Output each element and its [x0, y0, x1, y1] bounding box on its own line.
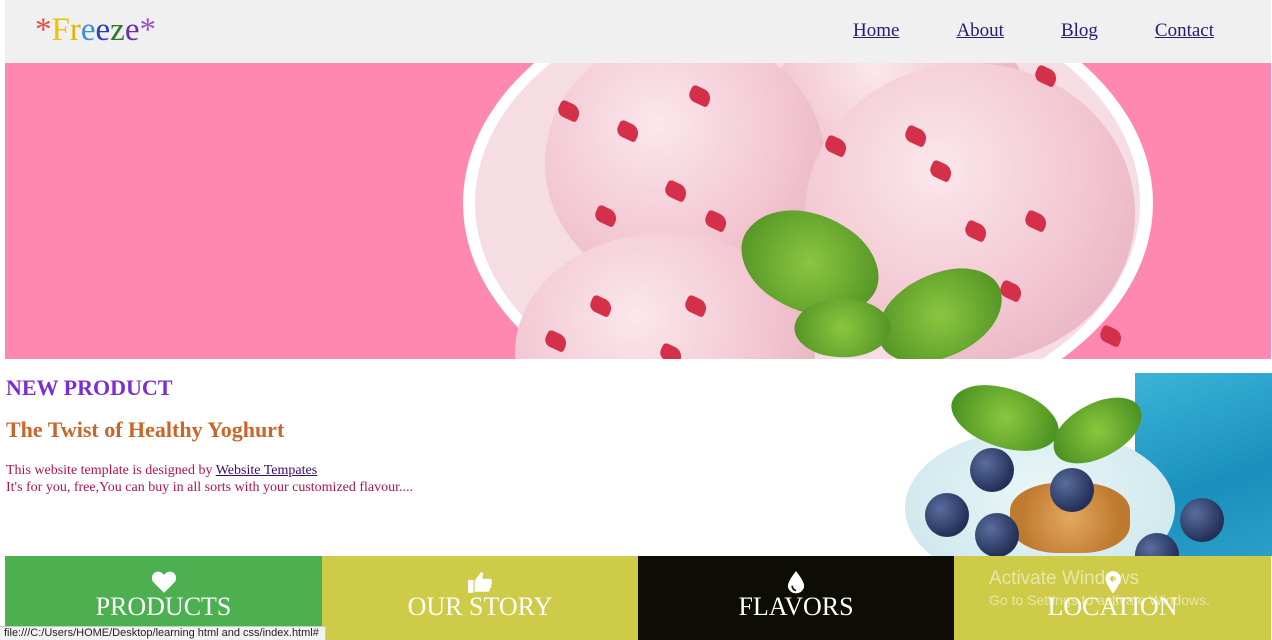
logo-letter: e: [95, 12, 111, 48]
thumbs-up-icon: [468, 572, 492, 593]
main-nav: Home About Blog Contact: [796, 20, 1214, 42]
nav-link-about[interactable]: About: [956, 20, 1004, 42]
tile-label: FLAVORS: [738, 592, 854, 621]
description-line-2: It's for you, free,You can buy in all so…: [6, 480, 414, 495]
blueberry: [1050, 468, 1094, 512]
site-logo[interactable]: *Freeze*: [35, 14, 156, 47]
blueberry: [1180, 498, 1224, 542]
blueberry: [970, 448, 1014, 492]
hero-banner-image: [5, 63, 1271, 359]
section-title: NEW PRODUCT: [6, 375, 173, 400]
heart-icon: [151, 571, 176, 593]
watermark-subtitle: Go to Settings to activate Windows.: [989, 592, 1210, 608]
logo-letter: r: [69, 12, 81, 48]
yoghurt-product-image: [900, 373, 1272, 556]
tile-label: PRODUCTS: [95, 592, 232, 621]
logo-letter: z: [110, 12, 125, 48]
logo-letter: F: [51, 12, 70, 48]
logo-letter: *: [35, 12, 52, 48]
watermark-title: Activate Windows: [989, 568, 1139, 589]
drop-icon: [787, 571, 805, 594]
description-prefix: This website template is designed by: [6, 463, 216, 478]
browser-status-bar: file:///C:/Users/HOME/Desktop/learning h…: [0, 626, 326, 640]
logo-letter: e: [80, 12, 96, 48]
berry-piece: [1097, 324, 1125, 348]
tile-our-story[interactable]: OUR STORY: [322, 556, 638, 640]
blueberry: [925, 493, 969, 537]
logo-letter: e: [124, 12, 140, 48]
tile-flavors[interactable]: FLAVORS: [638, 556, 954, 640]
section-description: This website template is designed by Web…: [6, 462, 413, 496]
website-templates-link[interactable]: Website Tempates: [216, 463, 317, 478]
site-header: *Freeze* Home About Blog Contact: [5, 0, 1271, 63]
blueberry: [975, 513, 1019, 556]
new-product-section: NEW PRODUCT The Twist of Healthy Yoghurt…: [5, 359, 1272, 556]
logo-letter: *: [139, 12, 156, 48]
section-subtitle: The Twist of Healthy Yoghurt: [6, 417, 285, 442]
nav-link-blog[interactable]: Blog: [1061, 20, 1098, 42]
windows-activation-watermark: Activate Windows Go to Settings to activ…: [989, 568, 1210, 610]
tile-label: OUR STORY: [407, 592, 553, 621]
nav-link-home[interactable]: Home: [853, 20, 899, 42]
nav-link-contact[interactable]: Contact: [1155, 20, 1214, 42]
